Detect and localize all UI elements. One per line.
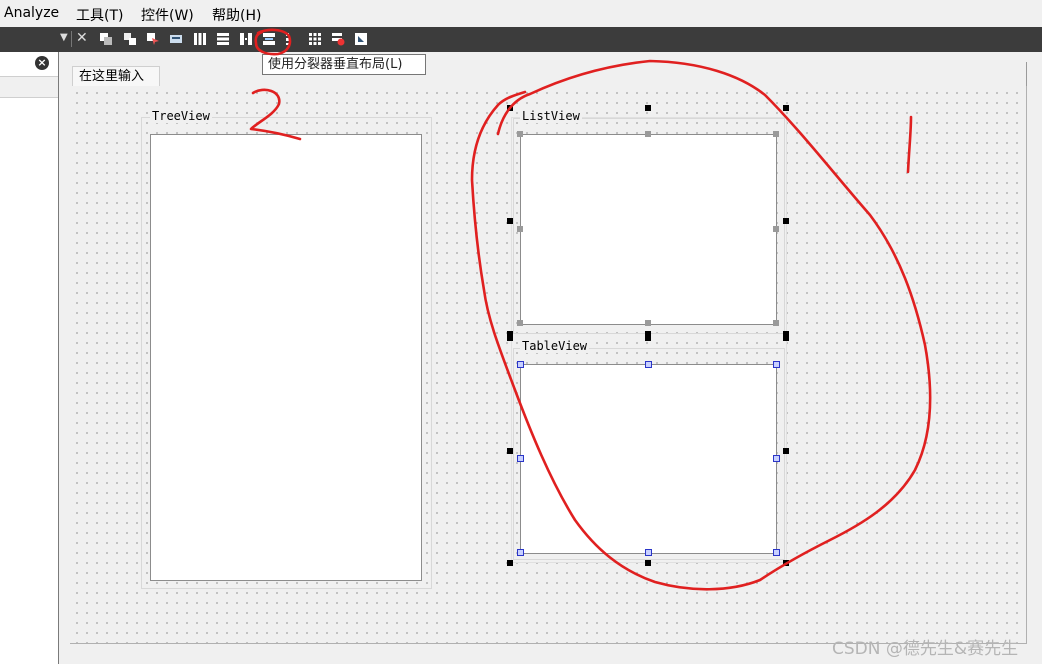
annotation-number-2 [249, 88, 302, 141]
annotation-circle-toolbar [254, 28, 292, 56]
annotation-overlay [249, 28, 932, 591]
watermark: CSDN @德先生&赛先生 [832, 639, 1019, 659]
annotation-number-1 [906, 115, 913, 174]
annotation-loop [470, 59, 932, 591]
